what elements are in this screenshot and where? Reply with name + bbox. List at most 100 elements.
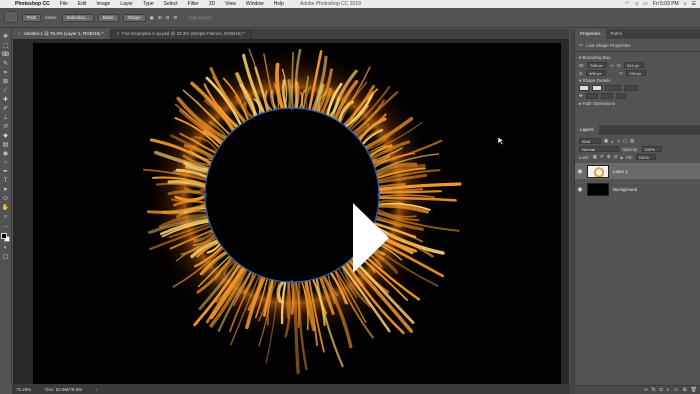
height-field[interactable]: 612 px [624,62,645,68]
layer-style-icon[interactable]: fx [652,387,656,393]
document-size[interactable]: Doc: 52.9M/78.9M [45,387,82,392]
delete-layer-icon[interactable]: 🗑︎ [691,387,697,393]
filter-type-icon[interactable]: T [617,139,620,144]
history-brush-tool-icon[interactable]: ↺ [1,123,10,131]
close-tab-icon[interactable]: × [18,31,21,36]
visibility-eye-icon[interactable]: ◉ [575,168,585,175]
spotlight-icon[interactable]: ⌕ [684,1,687,7]
opacity-field[interactable]: 100% [641,146,662,152]
menu-window[interactable]: Window [241,1,269,7]
lock-artboard-icon[interactable]: ⊡ [614,154,618,160]
brush-tool-icon[interactable]: ✐ [1,105,10,113]
anchor-point[interactable] [377,193,381,197]
stroke-width-field[interactable] [605,85,621,91]
stroke-dash-select[interactable] [615,93,626,99]
tab-untitled-1[interactable]: × Untitled-1 @ 76.3% (Layer 1, RGB/16) * [12,29,111,39]
anchor-point[interactable] [290,106,294,110]
link-icon[interactable]: ∞ [610,63,613,68]
menu-help[interactable]: Help [269,1,289,7]
menu-edit[interactable]: Edit [73,1,92,7]
x-field[interactable]: 400 px [586,70,607,76]
path-operations-heading[interactable]: ▸ Path Operations [575,100,700,107]
dodge-tool-icon[interactable]: ○ [1,159,10,167]
menu-clock[interactable]: Fri 5:03 PM [653,1,679,7]
tab-fire-examples[interactable]: × Fire Examples A.sp.psd @ 33.3% (Simple … [110,29,252,39]
pen-tool-icon[interactable]: ✒ [1,168,10,176]
zoom-level[interactable]: 76.29% [16,387,31,392]
wifi-icon[interactable]: ◠ [625,1,629,7]
path-arrange-icon[interactable]: ⊟ [166,15,170,21]
menu-app-name[interactable]: Photoshop CC [10,1,55,7]
menu-image[interactable]: Image [91,1,115,7]
status-arrow-icon[interactable]: › [96,387,98,392]
tab-properties[interactable]: Properties [575,29,606,39]
new-layer-icon[interactable]: ⊞ [682,387,686,393]
make-shape-button[interactable]: Shape [122,13,146,22]
layer-row-background[interactable]: ◉ Background [575,181,700,197]
blend-mode-select[interactable]: Normal [579,146,619,152]
fill-field[interactable]: 100% [635,154,656,160]
filter-image-icon[interactable]: ▣ [604,138,608,144]
lock-pixels-icon[interactable]: ▦ [593,154,597,160]
menu-3d[interactable]: 3D [204,1,220,7]
y-field[interactable]: 234 px [626,70,647,76]
tab-paths[interactable]: Paths [606,29,628,39]
healing-brush-tool-icon[interactable]: ✚ [1,96,10,104]
quick-mask-icon[interactable]: ◐ [1,244,10,252]
notification-icon[interactable]: ☰ [692,1,696,7]
lasso-tool-icon[interactable]: ↂ [1,51,10,59]
hand-tool-icon[interactable]: ✋ [1,204,10,212]
menu-view[interactable]: View [220,1,241,7]
menu-filter[interactable]: Filter [183,1,204,7]
play-icon[interactable] [353,203,389,273]
bounding-box-heading[interactable]: ▾ Bounding Box [575,54,700,61]
move-tool-icon[interactable]: ✥ [1,33,10,41]
lock-all-icon[interactable]: 🔒︎ [620,155,622,160]
more-tools-icon[interactable]: … [1,222,10,230]
filter-smart-icon[interactable]: ▤ [630,138,634,144]
filter-adjust-icon[interactable]: ◐ [611,139,614,144]
eyedropper-tool-icon[interactable]: ⁄ [1,87,10,95]
gradient-tool-icon[interactable]: ▤ [1,141,10,149]
stroke-swatch[interactable] [592,85,602,91]
shape-details-heading[interactable]: ▾ Shape Details [575,77,700,84]
make-selection-button[interactable]: Selection... [61,13,94,22]
layer-row-layer-1[interactable]: ◉ Layer 1 [575,163,700,179]
tab-layers[interactable]: Layers [575,125,599,135]
document-canvas[interactable] [33,43,561,385]
blur-tool-icon[interactable]: ◉ [1,150,10,158]
make-mask-button[interactable]: Mask [97,13,119,22]
close-tab-icon[interactable]: × [117,31,120,36]
stroke-type-select[interactable] [624,85,638,91]
clone-stamp-tool-icon[interactable]: ⊥ [1,114,10,122]
adjustment-layer-icon[interactable]: ◐ [667,387,670,393]
battery-icon[interactable]: ▭ [643,1,648,7]
layer-kind-select[interactable]: Kind [579,138,601,144]
quick-select-tool-icon[interactable]: ✎ [1,60,10,68]
add-mask-icon[interactable]: ◘ [660,387,663,393]
path-mode-select[interactable]: Path [22,13,42,22]
visibility-eye-icon[interactable]: ◉ [575,186,585,193]
stroke-caps-select[interactable] [585,93,598,99]
screen-mode-icon[interactable]: ▢ [1,253,10,261]
type-tool-icon[interactable]: T [1,177,10,185]
tool-preset-icon[interactable] [4,11,18,23]
menu-file[interactable]: File [55,1,73,7]
color-swatches[interactable] [0,233,11,243]
crop-tool-icon[interactable]: ⌗ [1,69,10,77]
path-selection-tool-icon[interactable]: ➤ [1,186,10,194]
link-layers-icon[interactable]: ∞ [644,387,648,393]
menu-type[interactable]: Type [138,1,159,7]
frame-tool-icon[interactable]: ⊠ [1,78,10,86]
menu-layer[interactable]: Layer [115,1,138,7]
path-ops-icon[interactable]: ▣ [150,15,154,21]
stroke-align-icon[interactable]: ✣ [579,93,583,99]
volume-icon[interactable]: ◁ [634,1,638,7]
anchor-point[interactable] [290,280,294,284]
stroke-corners-select[interactable] [600,93,613,99]
align-edges-checkbox[interactable]: Align Edges [187,15,211,20]
menu-select[interactable]: Select [159,1,183,7]
settings-gear-icon[interactable]: ⚙ [173,15,177,21]
anchor-point[interactable] [203,193,207,197]
width-field[interactable]: 348 px [587,62,608,68]
